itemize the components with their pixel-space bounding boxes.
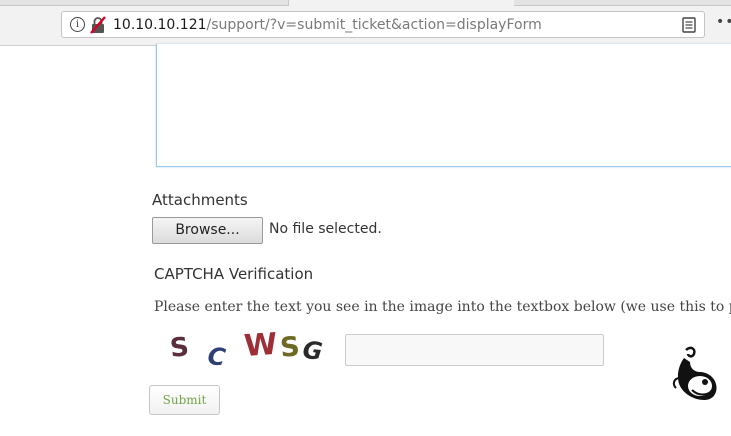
captcha-image: S C W S G [169, 327, 324, 370]
captcha-char-3: W [243, 327, 278, 364]
reader-view-icon[interactable] [682, 17, 696, 33]
tab-inactive-left[interactable] [0, 0, 288, 6]
message-textarea[interactable] [156, 44, 731, 167]
file-status-text: No file selected. [269, 221, 382, 237]
captcha-input[interactable] [345, 334, 604, 366]
info-icon[interactable]: i [70, 17, 85, 32]
mascot-icon [672, 346, 717, 400]
insecure-connection-icon[interactable] [90, 16, 106, 34]
submit-button[interactable]: Submit [149, 385, 220, 415]
captcha-char-5: G [301, 336, 324, 366]
tab-active[interactable] [288, 0, 515, 6]
url-host: 10.10.10.121 [113, 17, 207, 33]
tab-inactive-right[interactable] [514, 0, 731, 6]
url-path: /support/?v=submit_ticket&action=display… [206, 17, 542, 33]
browser-toolbar: i 10.10.10.121/support/?v=submit_ticket&… [0, 0, 731, 46]
more-actions-icon[interactable]: ••• [716, 15, 731, 29]
captcha-heading: CAPTCHA Verification [154, 265, 314, 283]
browse-button[interactable]: Browse... [152, 217, 263, 244]
captcha-char-1: S [169, 332, 191, 364]
captcha-char-4: S [279, 331, 301, 364]
captcha-char-2: C [206, 342, 228, 370]
attachments-label: Attachments [152, 191, 248, 209]
captcha-instructions: Please enter the text you see in the ima… [154, 299, 731, 315]
address-bar[interactable]: i 10.10.10.121/support/?v=submit_ticket&… [61, 11, 705, 38]
url-text[interactable]: 10.10.10.121/support/?v=submit_ticket&ac… [113, 17, 542, 33]
